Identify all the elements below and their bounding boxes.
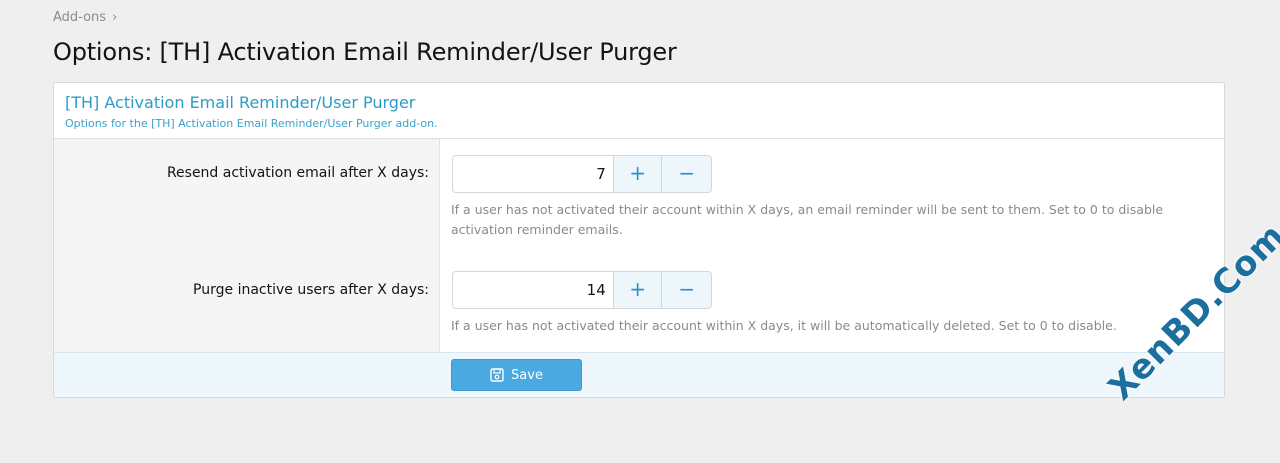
block-footer: Save <box>54 352 1224 397</box>
breadcrumb: Add-ons › <box>53 10 117 25</box>
purge-days-input[interactable]: 14 <box>453 272 614 308</box>
chevron-right-icon: › <box>112 10 118 25</box>
save-button-label: Save <box>511 367 543 383</box>
purge-days-decrement-button[interactable]: − <box>662 272 711 308</box>
purge-days-increment-button[interactable]: + <box>613 272 663 308</box>
resend-days-decrement-button[interactable]: − <box>662 156 711 192</box>
block-title: [TH] Activation Email Reminder/User Purg… <box>65 93 416 112</box>
block-description: Options for the [TH] Activation Email Re… <box>65 117 438 130</box>
save-button[interactable]: Save <box>451 359 582 391</box>
label-column: Resend activation email after X days: Pu… <box>54 139 440 353</box>
floppy-disk-icon <box>490 368 504 382</box>
purge-days-label: Purge inactive users after X days: <box>193 282 429 298</box>
options-block: [TH] Activation Email Reminder/User Purg… <box>53 82 1225 398</box>
page-title: Options: [TH] Activation Email Reminder/… <box>53 38 677 66</box>
resend-days-label: Resend activation email after X days: <box>166 165 429 181</box>
purge-days-stepper: 14 + − <box>452 271 712 309</box>
resend-days-input[interactable]: 7 <box>453 156 614 192</box>
resend-days-stepper: 7 + − <box>452 155 712 193</box>
resend-days-increment-button[interactable]: + <box>613 156 663 192</box>
block-body: Resend activation email after X days: Pu… <box>54 139 1224 353</box>
block-header: [TH] Activation Email Reminder/User Purg… <box>54 83 1224 139</box>
breadcrumb-link-addons[interactable]: Add-ons <box>53 10 106 25</box>
resend-days-hint: If a user has not activated their accoun… <box>451 202 1164 237</box>
watermark-container: XenBD.Com <box>1101 216 1280 409</box>
